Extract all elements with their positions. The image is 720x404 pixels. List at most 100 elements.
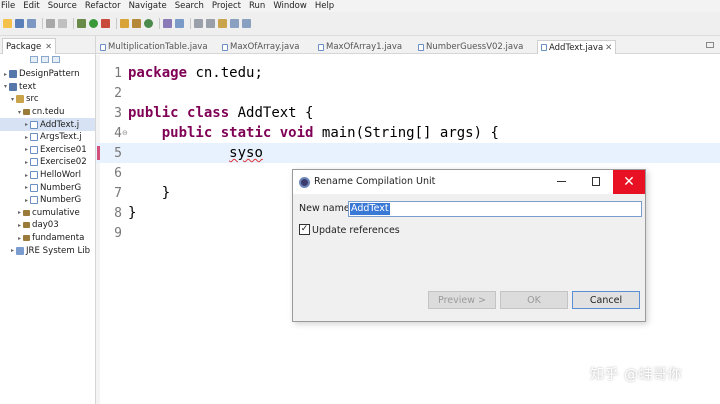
save-all-icon[interactable]: [27, 19, 36, 28]
java-file-icon: [418, 43, 424, 51]
collapse-all-icon[interactable]: [30, 56, 38, 63]
new-name-input[interactable]: AddText: [348, 201, 642, 217]
code-line[interactable]: 4 ⊖ public static void main(String[] args…: [96, 123, 720, 143]
new-class-icon[interactable]: [144, 19, 153, 28]
forward-icon[interactable]: [242, 19, 251, 28]
chevron-right-icon[interactable]: ▸: [23, 184, 30, 191]
chevron-right-icon[interactable]: ▸: [23, 134, 30, 141]
tree-item[interactable]: ▸ Exercise02: [0, 156, 95, 169]
next-annotation-icon[interactable]: [194, 19, 203, 28]
run-icon[interactable]: [89, 19, 98, 28]
minimize-icon[interactable]: [706, 42, 714, 48]
line-number: 6: [114, 165, 122, 181]
open-type-hierarchy-icon[interactable]: [163, 19, 172, 28]
editor-tab[interactable]: MultiplicationTable.java: [100, 40, 208, 54]
chevron-right-icon[interactable]: ▸: [16, 209, 23, 216]
tree-item[interactable]: ▸ NumberG: [0, 194, 95, 207]
tree-item[interactable]: ▸ NumberG: [0, 181, 95, 194]
menu-run[interactable]: Run: [249, 1, 265, 11]
line-number: 9: [114, 225, 122, 241]
tree-item[interactable]: ▾ cn.tedu: [0, 106, 95, 119]
menu-navigate[interactable]: Navigate: [129, 1, 167, 11]
code-line[interactable]: 3 public class AddText {: [96, 103, 720, 123]
menu-file[interactable]: File: [1, 1, 15, 11]
tree-item-label: NumberG: [40, 182, 82, 193]
chevron-down-icon[interactable]: ▾: [9, 96, 16, 103]
editor-tab[interactable]: AddText.java ✕: [537, 40, 617, 54]
line-number: 3: [114, 105, 122, 121]
code-line[interactable]: 2: [96, 83, 720, 103]
skip-breakpoints-icon[interactable]: [58, 19, 67, 28]
ok-button[interactable]: OK: [500, 291, 568, 309]
previous-annotation-icon[interactable]: [206, 19, 215, 28]
editor-tab[interactable]: MaxOfArray1.java: [318, 40, 402, 54]
close-button[interactable]: ✕: [613, 170, 645, 194]
keyword: static: [220, 125, 272, 141]
chevron-right-icon[interactable]: ▸: [2, 71, 9, 78]
search-icon[interactable]: [175, 19, 184, 28]
menu-edit[interactable]: Edit: [23, 1, 39, 11]
link-with-editor-icon[interactable]: [41, 56, 49, 63]
cancel-button[interactable]: Cancel: [572, 291, 640, 309]
line-number: 4: [114, 125, 122, 141]
fold-icon[interactable]: ⊖: [122, 129, 128, 137]
close-icon[interactable]: ✕: [45, 42, 52, 51]
update-references-checkbox[interactable]: ✓: [299, 224, 310, 235]
code-line[interactable]: 5 syso: [96, 143, 720, 163]
debug-icon[interactable]: [77, 19, 86, 28]
close-icon[interactable]: ✕: [605, 43, 612, 53]
new-package-icon[interactable]: [132, 19, 141, 28]
new-name-label: New name:: [299, 203, 353, 214]
maximize-icon[interactable]: [592, 177, 600, 186]
external-tools-icon[interactable]: [101, 19, 110, 28]
chevron-right-icon[interactable]: ▸: [23, 172, 30, 179]
chevron-down-icon[interactable]: ▾: [2, 83, 9, 90]
menu-window[interactable]: Window: [273, 1, 307, 11]
chevron-right-icon[interactable]: ▸: [16, 222, 23, 229]
tree-item[interactable]: ▸ JRE System Lib: [0, 244, 95, 257]
menu-project[interactable]: Project: [212, 1, 241, 11]
java-file-icon: [541, 44, 547, 51]
menu-source[interactable]: Source: [48, 1, 77, 11]
chevron-right-icon[interactable]: ▸: [23, 159, 30, 166]
chevron-right-icon[interactable]: ▸: [23, 121, 30, 128]
editor-tab[interactable]: NumberGuessV02.java: [418, 40, 523, 54]
tree-item-label: Exercise02: [40, 157, 87, 168]
tree-item[interactable]: ▸ day03: [0, 219, 95, 232]
tab-package-explorer[interactable]: Package ✕: [2, 38, 56, 54]
menu-help[interactable]: Help: [315, 1, 334, 11]
tree-item[interactable]: ▸ HelloWorl: [0, 169, 95, 182]
save-icon[interactable]: [15, 19, 24, 28]
tree-item[interactable]: ▸ cumulative: [0, 207, 95, 220]
view-menu-icon[interactable]: [52, 56, 60, 63]
rename-compilation-unit-dialog: Rename Compilation Unit ✕ New name: AddT…: [292, 169, 646, 322]
tree-item[interactable]: ▾ text: [0, 81, 95, 94]
last-edit-location-icon[interactable]: [218, 19, 227, 28]
tree-item[interactable]: ▸ AddText.j: [0, 118, 95, 131]
back-icon[interactable]: [230, 19, 239, 28]
chevron-right-icon[interactable]: ▸: [23, 197, 30, 204]
code-line[interactable]: 1 package cn.tedu;: [96, 63, 720, 83]
tree-item[interactable]: ▾ src: [0, 93, 95, 106]
tree-item[interactable]: ▸ DesignPattern: [0, 68, 95, 81]
menu-search[interactable]: Search: [175, 1, 204, 11]
open-type-icon[interactable]: [46, 19, 55, 28]
new-java-project-icon[interactable]: [120, 19, 129, 28]
preview-button[interactable]: Preview >: [428, 291, 496, 309]
chevron-right-icon[interactable]: ▸: [9, 247, 16, 254]
minimize-icon[interactable]: [557, 181, 566, 182]
code-token: }: [128, 205, 137, 221]
editor-tab[interactable]: MaxOfArray.java: [222, 40, 299, 54]
tree-item[interactable]: ▸ Exercise01: [0, 144, 95, 157]
chevron-right-icon[interactable]: ▸: [16, 235, 23, 242]
line-number: 1: [114, 65, 122, 81]
menu-refactor[interactable]: Refactor: [85, 1, 121, 11]
tree-item-label: src: [26, 94, 39, 105]
chevron-down-icon[interactable]: ▾: [16, 109, 23, 116]
tree-item[interactable]: ▸ ArgsText.j: [0, 131, 95, 144]
tree-item[interactable]: ▸ fundamenta: [0, 232, 95, 245]
chevron-right-icon[interactable]: ▸: [23, 146, 30, 153]
new-icon[interactable]: [3, 19, 12, 28]
update-references-label: Update references: [312, 225, 400, 236]
tree-item-label: fundamenta: [32, 233, 85, 244]
